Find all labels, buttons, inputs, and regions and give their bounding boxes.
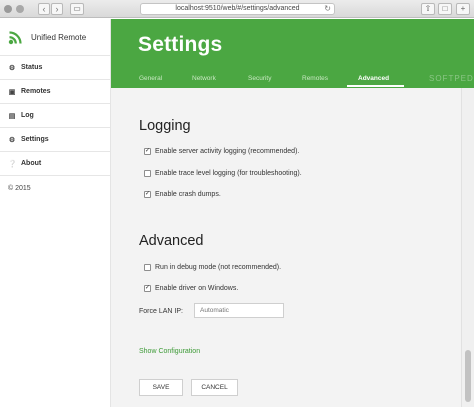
lan-ip-label: Force LAN IP: [139, 308, 183, 315]
tab-security[interactable]: Security [248, 75, 271, 82]
checkbox-checked[interactable]: ✓ [144, 148, 151, 155]
tab-general[interactable]: General [139, 75, 162, 82]
active-tab-indicator [347, 85, 404, 87]
tab-advanced[interactable]: Advanced [358, 75, 389, 82]
sidebar-nav: ⚙ Status ▣ Remotes ▤ Log ⚙ Settings ❔ Ab… [0, 55, 110, 176]
sidebar-item-label: About [21, 160, 42, 167]
gamepad-icon: ▣ [8, 88, 16, 96]
tab-remotes[interactable]: Remotes [302, 75, 328, 82]
option-driver-windows[interactable]: ✓ Enable driver on Windows. [144, 285, 238, 292]
scrollbar[interactable] [461, 88, 474, 407]
wifi-logo-icon [8, 31, 22, 45]
reload-icon[interactable]: ↻ [324, 4, 331, 14]
settings-content: Logging ✓ Enable server activity logging… [111, 88, 461, 407]
new-tab-icon[interactable]: + [456, 3, 470, 15]
option-label: Enable crash dumps. [155, 191, 221, 198]
checkbox-checked[interactable]: ✓ [144, 191, 151, 198]
advanced-title: Advanced [139, 233, 204, 249]
checkbox-unchecked[interactable] [144, 264, 151, 271]
brand-name: Unified Remote [31, 32, 87, 42]
page-title: Settings [138, 33, 223, 56]
tab-network[interactable]: Network [192, 75, 216, 82]
cancel-button[interactable]: CANCEL [191, 379, 238, 396]
divider [0, 175, 110, 176]
sidebar-item-settings[interactable]: ⚙ Settings [0, 128, 110, 151]
gear-icon: ⚙ [8, 64, 16, 72]
sidebar-item-label: Remotes [21, 88, 51, 95]
checkbox-unchecked[interactable] [144, 170, 151, 177]
browser-toolbar: ‹ › ▭ localhost:9510/web/#/settings/adva… [0, 0, 474, 18]
option-server-activity-logging[interactable]: ✓ Enable server activity logging (recomm… [144, 148, 299, 155]
sidebar-item-remotes[interactable]: ▣ Remotes [0, 80, 110, 103]
window-close-button[interactable] [4, 5, 12, 13]
option-debug-mode[interactable]: Run in debug mode (not recommended). [144, 264, 281, 271]
sidebar-item-label: Log [21, 112, 34, 119]
forward-arrow-icon[interactable]: › [51, 3, 63, 15]
address-url: localhost:9510/web/#/settings/advanced [175, 5, 300, 12]
page-header: Settings General Network Security Remote… [111, 19, 474, 88]
lan-ip-input[interactable] [194, 303, 284, 318]
option-label: Enable trace level logging (for troubles… [155, 170, 302, 177]
share-icon[interactable]: ⇧ [421, 3, 435, 15]
sidebar: Unified Remote ⚙ Status ▣ Remotes ▤ Log … [0, 19, 111, 407]
sidebar-toggle-icon[interactable]: ▭ [70, 3, 84, 15]
option-crash-dumps[interactable]: ✓ Enable crash dumps. [144, 191, 221, 198]
gear-icon: ⚙ [8, 136, 16, 144]
sidebar-item-log[interactable]: ▤ Log [0, 104, 110, 127]
logging-title: Logging [139, 118, 191, 134]
scrollbar-thumb[interactable] [465, 350, 471, 402]
back-arrow-icon[interactable]: ‹ [38, 3, 50, 15]
show-configuration-link[interactable]: Show Configuration [139, 348, 200, 355]
option-label: Enable driver on Windows. [155, 285, 239, 292]
checkbox-checked[interactable]: ✓ [144, 285, 151, 292]
option-trace-logging[interactable]: Enable trace level logging (for troubles… [144, 170, 302, 177]
address-bar[interactable]: localhost:9510/web/#/settings/advanced ↻ [140, 3, 335, 15]
sidebar-item-about[interactable]: ❔ About [0, 152, 110, 175]
help-icon: ❔ [8, 160, 17, 168]
sidebar-item-label: Status [21, 64, 43, 71]
copyright: © 2015 [8, 185, 31, 192]
option-label: Run in debug mode (not recommended). [155, 264, 282, 271]
save-button[interactable]: SAVE [139, 379, 183, 396]
brand[interactable]: Unified Remote [8, 27, 86, 47]
sidebar-item-status[interactable]: ⚙ Status [0, 56, 110, 79]
tabs-overview-icon[interactable]: □ [438, 3, 452, 15]
option-label: Enable server activity logging (recommen… [155, 148, 300, 155]
window-minimize-button[interactable] [16, 5, 24, 13]
sidebar-item-label: Settings [21, 136, 49, 143]
settings-tabs: General Network Security Remotes Advance… [111, 73, 474, 88]
document-icon: ▤ [8, 112, 16, 120]
watermark: SOFTPEDIA [429, 74, 474, 83]
